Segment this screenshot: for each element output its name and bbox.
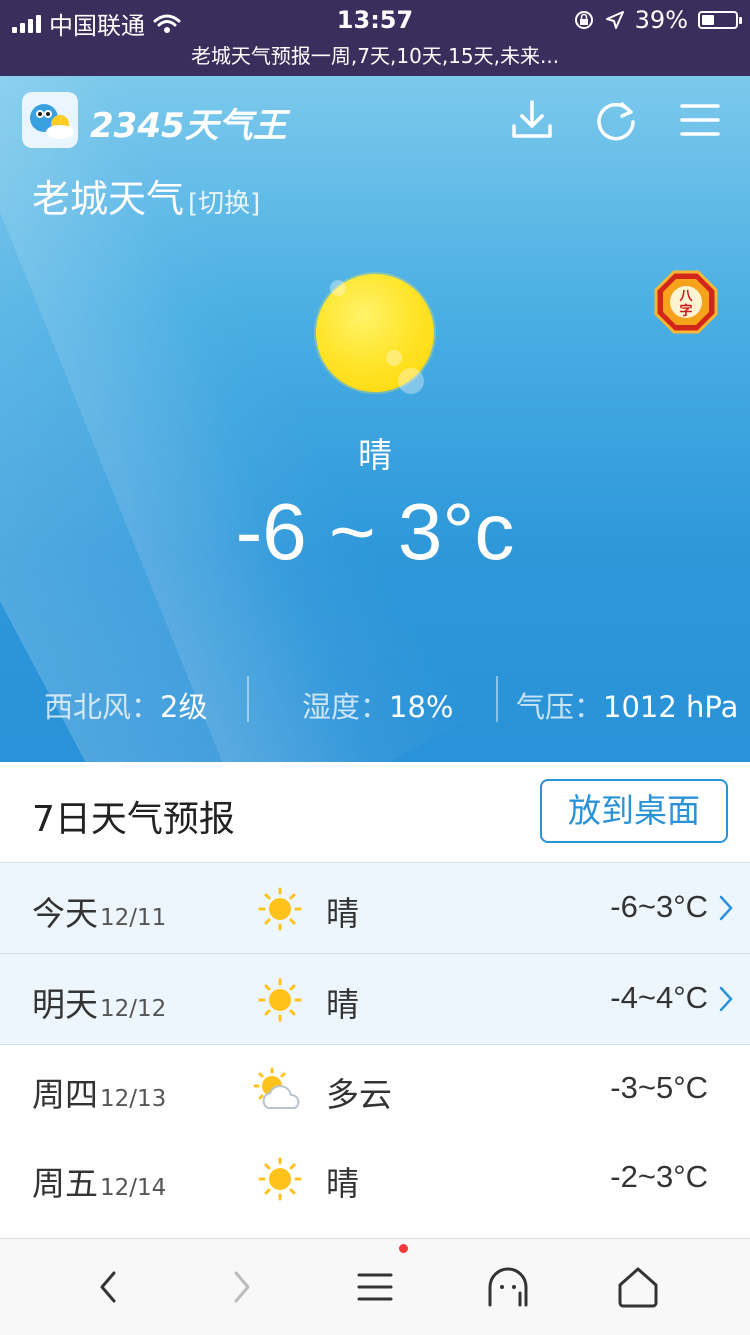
rotation-lock-icon xyxy=(574,11,593,29)
condition-label: 多云 xyxy=(326,1075,392,1114)
menu-icon[interactable] xyxy=(351,1263,399,1311)
chevron-right-icon xyxy=(719,986,733,1012)
divider xyxy=(247,676,249,722)
day-label: 今天 xyxy=(32,894,98,933)
back-icon[interactable] xyxy=(86,1263,134,1311)
forecast-row-tomorrow[interactable]: 明天12/12 晴 -4~4°C xyxy=(0,953,750,1045)
chevron-right-icon xyxy=(719,895,733,921)
location-arrow-icon xyxy=(605,11,624,29)
ghost-icon[interactable] xyxy=(484,1263,532,1311)
forecast-title: 7日天气预报 xyxy=(32,799,235,840)
temp-label: -4~4°C xyxy=(610,980,708,1015)
day-label: 周四 xyxy=(32,1075,98,1114)
weather-stats: 西北风：2级 湿度：18% 气压：1012 hPa xyxy=(0,676,750,730)
sunny-icon xyxy=(258,887,302,931)
notification-dot xyxy=(399,1244,408,1253)
city-selector[interactable]: 老城天气 [切换] xyxy=(32,168,260,223)
humidity-stat: 湿度：18% xyxy=(302,690,454,724)
divider xyxy=(496,676,498,722)
bazi-label-bottom: 字 xyxy=(679,303,692,319)
logo-icon xyxy=(30,104,74,139)
temp-label: -6~3°C xyxy=(610,889,708,924)
forecast-row[interactable]: 周四12/13 多云 -3~5°C xyxy=(0,1044,750,1134)
wind-stat: 西北风：2级 xyxy=(44,690,208,724)
forecast-row[interactable]: 周五12/14 晴 -2~3°C xyxy=(0,1133,750,1223)
menu-icon[interactable] xyxy=(678,98,722,142)
partly-cloudy-icon xyxy=(253,1067,300,1109)
bazi-badge[interactable]: 八 字 xyxy=(654,270,718,334)
sunny-icon xyxy=(258,1157,302,1201)
day-label: 周五 xyxy=(32,1164,98,1203)
forecast-header: 7日天气预报 放到桌面 xyxy=(0,762,750,862)
current-weather-panel: 2345天气王 老城天气[切换] 八 字 八字 晴 -6 ~ 3°c 西北风：2… xyxy=(0,76,750,762)
condition-label: 晴 xyxy=(326,894,359,933)
date-label: 12/11 xyxy=(100,905,167,931)
sunny-icon xyxy=(258,978,302,1022)
app-header: 2345天气王 xyxy=(0,92,750,152)
temp-label: -2~3°C xyxy=(610,1159,708,1194)
logo[interactable] xyxy=(22,92,78,148)
day-label: 明天 xyxy=(32,985,98,1024)
current-temp-range: -6 ~ 3°c xyxy=(235,487,515,576)
browser-toolbar xyxy=(0,1238,750,1335)
battery-percent: 39% xyxy=(634,6,688,34)
pressure-stat: 气压：1012 hPa xyxy=(516,690,739,724)
page-title: 老城天气预报一周,7天,10天,15天,未来... xyxy=(190,44,560,68)
refresh-icon[interactable] xyxy=(594,98,638,142)
date-label: 12/13 xyxy=(100,1086,167,1112)
condition-label: 晴 xyxy=(326,985,359,1024)
battery-icon xyxy=(698,11,742,29)
forecast-row-today[interactable]: 今天12/11 晴 -6~3°C xyxy=(0,862,750,953)
switch-city-link[interactable]: [切换] xyxy=(188,189,260,219)
temp-label: -3~5°C xyxy=(610,1070,708,1105)
home-icon[interactable] xyxy=(614,1263,662,1311)
download-icon[interactable] xyxy=(510,98,554,142)
add-to-desktop-button[interactable]: 放到桌面 xyxy=(540,779,728,843)
city-name: 老城天气 xyxy=(32,177,185,221)
app-name: 2345天气王 xyxy=(90,106,287,146)
condition-label: 晴 xyxy=(326,1164,359,1203)
date-label: 12/14 xyxy=(100,1175,167,1201)
current-condition: 晴 xyxy=(358,436,392,476)
forward-icon[interactable] xyxy=(216,1263,264,1311)
bazi-label-top: 八 xyxy=(678,289,693,304)
status-bar: 中国联通 13:57 39% 老城天气预报一周,7天,10天,15天,未来... xyxy=(0,0,750,76)
date-label: 12/12 xyxy=(100,996,167,1022)
